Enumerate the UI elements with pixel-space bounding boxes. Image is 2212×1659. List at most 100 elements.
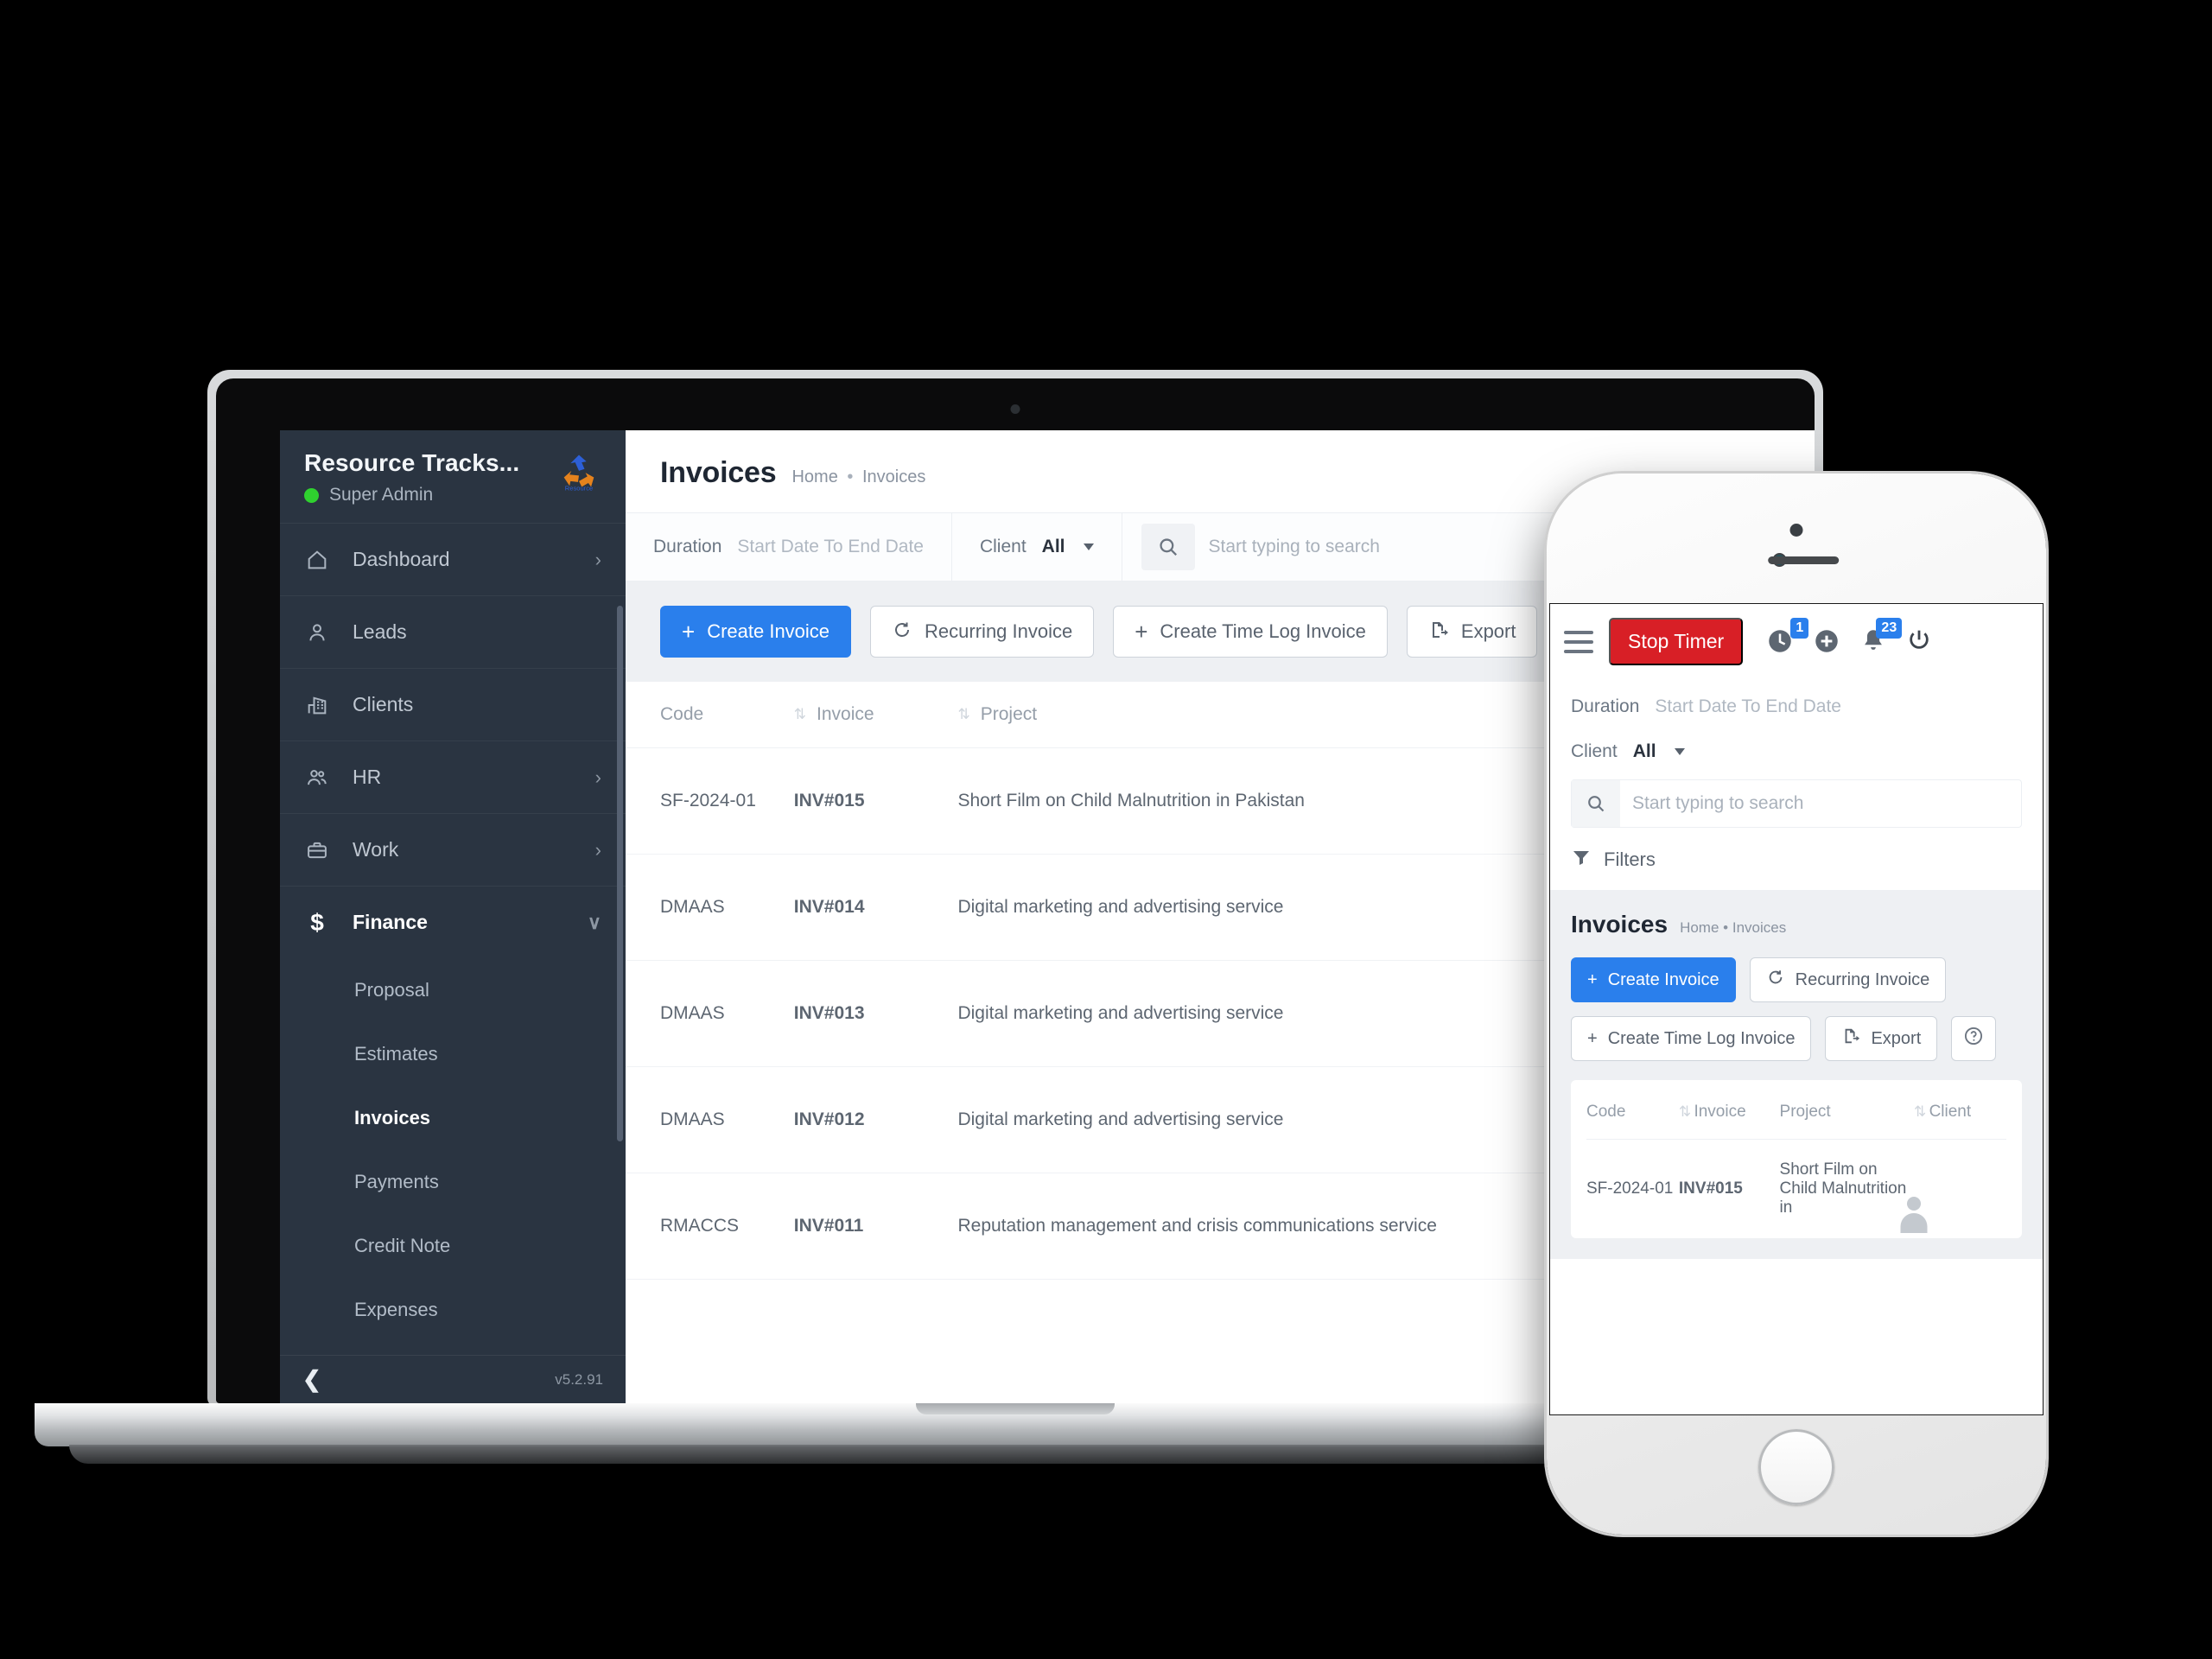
phone-topbar: Stop Timer 1 23 bbox=[1550, 604, 2043, 679]
phone-column-header-client[interactable]: ⇅ Client bbox=[1914, 1084, 2006, 1140]
phone-recurring-invoice-button[interactable]: Recurring Invoice bbox=[1749, 957, 1947, 1002]
sidebar-footer: ❮ v5.2.91 bbox=[280, 1355, 626, 1403]
phone-client-filter[interactable]: Client All bbox=[1571, 729, 2022, 774]
create-time-log-invoice-button[interactable]: + Create Time Log Invoice bbox=[1113, 606, 1388, 658]
sidebar-item-credit-note[interactable]: Credit Note bbox=[280, 1214, 626, 1278]
sidebar-label-credit-note: Credit Note bbox=[354, 1235, 451, 1257]
sidebar-item-invoices[interactable]: Invoices bbox=[280, 1086, 626, 1150]
breadcrumb-separator: • bbox=[847, 467, 854, 486]
sort-updown-icon-invoice[interactable]: ⇅ bbox=[794, 706, 806, 723]
hamburger-menu-icon[interactable] bbox=[1564, 630, 1593, 653]
sidebar-item-clients[interactable]: Clients bbox=[280, 668, 626, 741]
create-time-log-invoice-label: Create Time Log Invoice bbox=[1160, 620, 1366, 642]
column-header-code[interactable]: Code bbox=[626, 682, 794, 748]
sidebar-item-leads[interactable]: Leads bbox=[280, 595, 626, 668]
cell-code: DMAAS bbox=[626, 854, 794, 961]
sidebar-nav: Dashboard › Leads Clients HR › Work › $ … bbox=[280, 523, 626, 1355]
plus-icon: + bbox=[682, 619, 696, 645]
phone-create-invoice-button[interactable]: + Create Invoice bbox=[1571, 957, 1736, 1002]
sidebar-item-dashboard[interactable]: Dashboard › bbox=[280, 523, 626, 595]
phone-create-invoice-label: Create Invoice bbox=[1607, 969, 1719, 989]
briefcase-icon bbox=[304, 837, 330, 863]
phone-breadcrumb-current: Invoices bbox=[1732, 919, 1787, 936]
client-filter[interactable]: Client All bbox=[952, 513, 1122, 581]
chevron-left-icon[interactable]: ❮ bbox=[302, 1366, 321, 1393]
cell-invoice: INV#014 bbox=[793, 854, 958, 961]
breadcrumb-home[interactable]: Home bbox=[791, 467, 837, 486]
recurring-invoice-label: Recurring Invoice bbox=[925, 620, 1073, 642]
duration-value: Start Date To End Date bbox=[737, 537, 924, 556]
stop-timer-button[interactable]: Stop Timer bbox=[1609, 618, 1744, 665]
phone-column-label-invoice: Invoice bbox=[1694, 1103, 1746, 1121]
sidebar-item-payments[interactable]: Payments bbox=[280, 1150, 626, 1214]
export-button[interactable]: Export bbox=[1406, 606, 1538, 658]
sidebar-brand[interactable]: Resource Tracks... Super Admin Resource bbox=[280, 430, 626, 523]
search-icon bbox=[1572, 780, 1620, 827]
phone-column-label-client: Client bbox=[1929, 1103, 1972, 1121]
sidebar-label-invoices: Invoices bbox=[354, 1107, 431, 1129]
clock-icon[interactable]: 1 bbox=[1765, 617, 1809, 658]
phone-duration-label: Duration bbox=[1571, 696, 1640, 716]
plus-icon-timelog: + bbox=[1587, 1028, 1598, 1048]
sort-updown-icon-client[interactable]: ⇅ bbox=[1914, 1103, 1926, 1120]
refresh-icon bbox=[892, 620, 912, 644]
sidebar-item-work[interactable]: Work › bbox=[280, 813, 626, 886]
phone-home-button[interactable] bbox=[1758, 1429, 1834, 1505]
sidebar-scrollbar[interactable] bbox=[617, 606, 623, 1142]
page-title: Invoices bbox=[660, 456, 777, 489]
phone-icon-group: 1 23 bbox=[1765, 617, 1936, 658]
table-row[interactable]: SF-2024-01 INV#015 Short Film on Child M… bbox=[1586, 1140, 2006, 1239]
phone-create-time-log-invoice-button[interactable]: + Create Time Log Invoice bbox=[1571, 1016, 1812, 1061]
phone-column-header-project[interactable]: Project bbox=[1779, 1084, 1915, 1140]
column-header-project[interactable]: ⇅ Project bbox=[957, 682, 1569, 748]
sidebar-item-estimates[interactable]: Estimates bbox=[280, 1022, 626, 1086]
sort-updown-icon-project[interactable]: ⇅ bbox=[957, 706, 969, 723]
brand-role: Super Admin bbox=[304, 485, 519, 505]
phone-device: Stop Timer 1 23 Duration Start Date To E… bbox=[1547, 474, 2046, 1535]
phone-column-header-code[interactable]: Code bbox=[1586, 1084, 1679, 1140]
phone-column-header-invoice[interactable]: ⇅ Invoice bbox=[1678, 1084, 1780, 1140]
sidebar-label-work: Work bbox=[353, 838, 399, 861]
phone-page-header: Invoices Home • Invoices bbox=[1571, 911, 2022, 938]
sidebar-item-hr[interactable]: HR › bbox=[280, 741, 626, 813]
power-icon[interactable] bbox=[1905, 626, 1936, 658]
sidebar-item-proposal[interactable]: Proposal bbox=[280, 958, 626, 1022]
phone-search-placeholder-text: Start typing to search bbox=[1632, 793, 1804, 813]
recurring-invoice-button[interactable]: Recurring Invoice bbox=[870, 606, 1095, 658]
refresh-icon bbox=[1766, 968, 1785, 992]
cell-project: Digital marketing and advertising servic… bbox=[957, 960, 1569, 1067]
phone-duration-filter[interactable]: Duration Start Date To End Date bbox=[1571, 684, 2022, 729]
phone-export-button[interactable]: Export bbox=[1825, 1016, 1938, 1061]
cell-invoice: INV#011 bbox=[793, 1173, 958, 1280]
duration-filter[interactable]: Duration Start Date To End Date bbox=[626, 513, 952, 581]
phone-cell-invoice: INV#015 bbox=[1678, 1179, 1743, 1198]
phone-invoices-card: Code ⇅ Invoice Project ⇅ Client SF-2024-… bbox=[1571, 1080, 2022, 1238]
cell-project: Digital marketing and advertising servic… bbox=[957, 1066, 1569, 1173]
bell-icon[interactable]: 23 bbox=[1859, 617, 1903, 658]
sidebar-label-leads: Leads bbox=[353, 620, 407, 644]
sidebar-item-expenses[interactable]: Expenses bbox=[280, 1278, 626, 1342]
phone-filters-toggle[interactable]: Filters bbox=[1571, 828, 2022, 890]
phone-breadcrumb-home[interactable]: Home bbox=[1680, 919, 1719, 936]
cell-invoice: INV#015 bbox=[793, 747, 958, 855]
sort-updown-icon-invoice[interactable]: ⇅ bbox=[1679, 1103, 1691, 1120]
column-header-invoice[interactable]: ⇅ Invoice bbox=[793, 682, 958, 748]
phone-help-button[interactable] bbox=[1951, 1016, 1997, 1061]
column-label-project: Project bbox=[980, 704, 1038, 724]
file-export-icon bbox=[1428, 620, 1449, 644]
notification-badge: 23 bbox=[1876, 617, 1903, 639]
chevron-right-icon: › bbox=[594, 548, 601, 570]
cell-code: DMAAS bbox=[626, 1066, 794, 1173]
phone-search-input[interactable]: Start typing to search bbox=[1571, 779, 2022, 828]
phone-column-label-code: Code bbox=[1586, 1103, 1626, 1121]
timer-badge: 1 bbox=[1790, 617, 1809, 639]
duration-label: Duration bbox=[653, 537, 722, 556]
phone-duration-value: Start Date To End Date bbox=[1655, 696, 1841, 716]
sidebar-item-finance[interactable]: $ Finance ∨ bbox=[280, 886, 626, 958]
plus-icon-timelog: + bbox=[1135, 619, 1148, 645]
phone-recurring-invoice-label: Recurring Invoice bbox=[1795, 969, 1930, 989]
plus-circle-icon[interactable] bbox=[1812, 626, 1843, 658]
sidebar-item-bank-account[interactable]: Bank Account bbox=[280, 1342, 626, 1355]
screenshot-stage: Resource Tracks... Super Admin Resource … bbox=[0, 0, 2212, 1659]
create-invoice-button[interactable]: + Create Invoice bbox=[660, 606, 852, 658]
